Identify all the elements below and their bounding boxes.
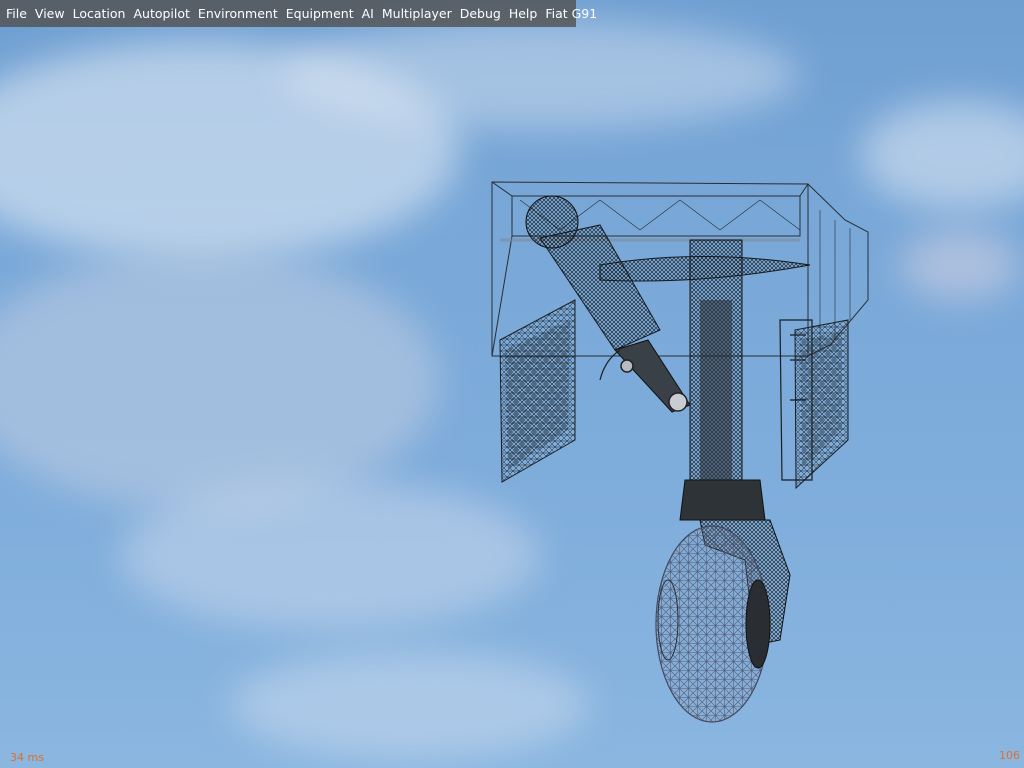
menu-location[interactable]: Location xyxy=(69,0,130,27)
cloud xyxy=(860,100,1024,210)
fps-readout: 106 xyxy=(999,749,1020,762)
cloud xyxy=(280,20,800,130)
menu-autopilot[interactable]: Autopilot xyxy=(129,0,193,27)
menu-equipment[interactable]: Equipment xyxy=(282,0,358,27)
right-gear-door xyxy=(794,319,849,490)
menu-aircraft[interactable]: Fiat G91 xyxy=(541,0,601,27)
menu-ai[interactable]: AI xyxy=(358,0,378,27)
cloud xyxy=(0,250,440,510)
menu-view[interactable]: View xyxy=(31,0,69,27)
menu-multiplayer[interactable]: Multiplayer xyxy=(378,0,456,27)
menubar: File View Location Autopilot Environment… xyxy=(0,0,597,27)
menu-debug[interactable]: Debug xyxy=(456,0,505,27)
sim-viewport[interactable]: File View Location Autopilot Environment… xyxy=(0,0,1024,768)
landing-gear-wireframe-model xyxy=(491,181,869,723)
menu-environment[interactable]: Environment xyxy=(194,0,282,27)
menu-help[interactable]: Help xyxy=(505,0,542,27)
menu-file[interactable]: File xyxy=(2,0,31,27)
frame-time-readout: 34 ms xyxy=(10,751,44,764)
left-gear-door xyxy=(499,299,576,483)
cloud xyxy=(120,480,540,630)
cloud xyxy=(900,230,1020,300)
